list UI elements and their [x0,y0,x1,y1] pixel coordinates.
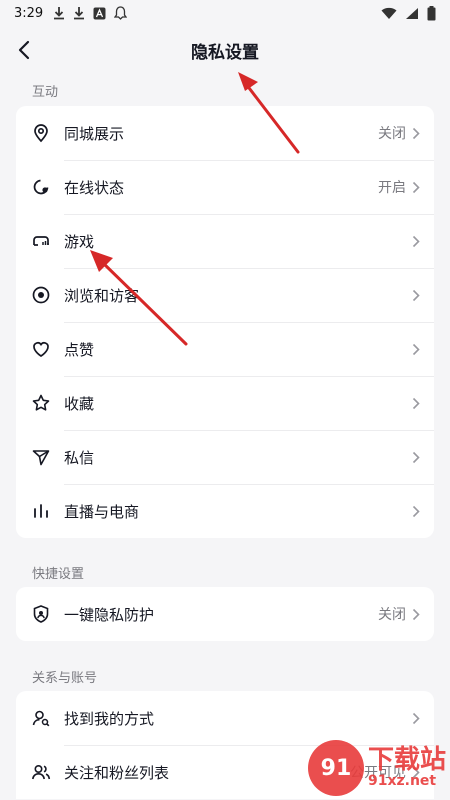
ghost-icon [114,6,128,20]
setting-label: 收藏 [64,394,95,413]
setting-label: 一键隐私防护 [64,605,155,624]
watermark-en: 91xz.net [367,773,437,789]
chevron-right-icon [412,127,434,140]
page-title: 隐私设置 [191,43,259,63]
setting-row-privacy-protection[interactable]: 一键隐私防护 关闭 [16,587,434,641]
section-label-quick-settings: 快捷设置 [32,567,85,582]
chevron-right-icon [412,505,434,518]
star-icon [16,393,64,413]
chevron-right-icon [412,181,434,194]
gamepad-icon [16,231,64,251]
setting-row-favorites[interactable]: 收藏 [16,376,434,430]
section-label-interaction: 互动 [32,85,59,100]
status-time: 3:29 [14,5,44,21]
bar-chart-icon [16,501,64,521]
section-label-relations-account: 关系与账号 [32,671,98,686]
site-watermark: 91 下载站 91xz.net [307,740,446,796]
shield-user-icon [16,604,64,624]
watermark-badge: 91 [307,740,364,796]
setting-row-live-commerce[interactable]: 直播与电商 [16,484,434,538]
user-search-icon [16,708,64,728]
interaction-card: 同城展示 关闭 在线状态 开启 游戏 浏览和访客 点赞 收藏 私信 直播与电商 [16,106,434,538]
download-icon [74,7,85,20]
chevron-right-icon [412,289,434,302]
wifi-icon [381,7,397,19]
watermark-text: 下载站 91xz.net [368,747,446,789]
quick-settings-card: 一键隐私防护 关闭 [16,587,434,641]
setting-row-nearby[interactable]: 同城展示 关闭 [16,106,434,160]
chevron-right-icon [412,608,434,621]
setting-value: 关闭 [378,126,406,142]
download-icon [54,7,65,20]
nav-bar: 隐私设置 [0,30,450,70]
users-icon [16,762,64,782]
setting-label: 私信 [64,448,95,467]
setting-row-find-me[interactable]: 找到我的方式 [16,691,434,745]
setting-row-online-status[interactable]: 在线状态 开启 [16,160,434,214]
online-status-icon [16,177,64,197]
setting-label: 在线状态 [64,178,125,197]
setting-label: 点赞 [64,340,95,359]
setting-label: 同城展示 [64,124,125,143]
setting-row-likes[interactable]: 点赞 [16,322,434,376]
signal-icon [406,7,418,19]
setting-value: 开启 [378,180,406,196]
setting-row-views-visitors[interactable]: 浏览和访客 [16,268,434,322]
setting-row-messages[interactable]: 私信 [16,430,434,484]
watermark-cn: 下载站 [367,745,446,775]
status-notification-icons [53,6,128,20]
heart-icon [16,339,64,359]
battery-icon [427,5,436,20]
chevron-right-icon [412,712,434,725]
chevron-right-icon [412,235,434,248]
setting-label: 直播与电商 [64,502,140,521]
setting-label: 游戏 [64,232,95,251]
setting-row-games[interactable]: 游戏 [16,214,434,268]
chevron-right-icon [412,451,434,464]
chevron-right-icon [412,397,434,410]
status-system-icons [381,5,436,21]
status-bar: 3:29 [0,0,450,26]
setting-label: 找到我的方式 [64,709,155,728]
app-a-icon [93,7,106,19]
location-pin-icon [16,123,64,143]
send-icon [16,447,64,467]
chevron-right-icon [412,343,434,356]
setting-value: 关闭 [378,607,406,623]
eye-icon [16,285,64,305]
setting-label: 浏览和访客 [64,286,140,305]
